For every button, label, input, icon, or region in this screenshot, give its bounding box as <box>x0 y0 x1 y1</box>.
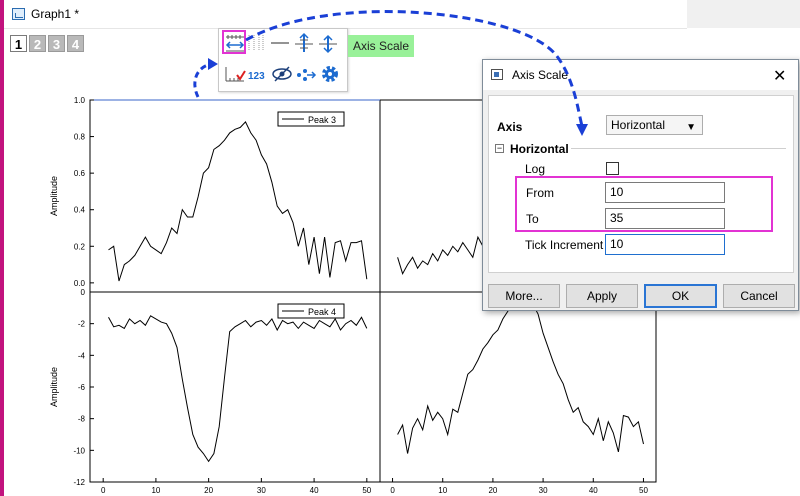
chevron-down-icon: ▼ <box>686 122 696 133</box>
legend-label: Peak 3 <box>308 115 336 125</box>
dialog-title: Axis Scale <box>512 68 569 82</box>
tick-check-icon[interactable] <box>224 63 246 85</box>
y-tick-label: 0 <box>81 288 86 297</box>
y-tick-label: -10 <box>73 446 85 455</box>
collapse-icon[interactable]: − <box>495 144 504 153</box>
axis-scale-dialog: Axis Scale ✕ Axis Horizontal ▼ − Horizon… <box>482 59 799 311</box>
series-line-bottom-right <box>397 291 644 454</box>
legend-label: Peak 4 <box>308 307 336 317</box>
x-tick-label: 0 <box>390 486 395 495</box>
axis-break-icon[interactable] <box>293 32 315 54</box>
tick-labels-icon[interactable] <box>245 32 267 54</box>
axis-mini-toolbar: 123 <box>218 28 348 92</box>
x-tick-label: 10 <box>151 486 160 495</box>
x-tick-label: 50 <box>639 486 648 495</box>
cancel-button[interactable]: Cancel <box>723 284 795 308</box>
y-tick-label: -4 <box>78 351 86 360</box>
gear-icon[interactable] <box>319 63 341 85</box>
section-divider <box>571 148 786 149</box>
x-tick-label: 0 <box>101 486 106 495</box>
dialog-titlebar[interactable]: Axis Scale ✕ <box>483 60 798 90</box>
x-tick-label: 50 <box>362 486 371 495</box>
y-tick-label: -2 <box>78 320 86 329</box>
y-tick-label: 0.8 <box>74 133 86 142</box>
series-line-top-left <box>108 121 368 282</box>
x-tick-label: 30 <box>539 486 548 495</box>
hide-icon[interactable] <box>271 63 293 85</box>
tick-increment-label: Tick Increment <box>525 238 604 252</box>
graph-window: Graph1 * 1 2 3 4 1.0 0.8 0.6 0.4 0.2 0.0 Ampli… <box>0 0 800 496</box>
x-tick-label: 40 <box>310 486 319 495</box>
y-axis-label: Amplitude <box>49 367 59 407</box>
log-label: Log <box>525 162 546 176</box>
y-tick-label: -12 <box>73 478 85 487</box>
section-label: Horizontal <box>510 142 569 156</box>
x-tick-label: 30 <box>257 486 266 495</box>
y-tick-label: 0.2 <box>74 242 86 251</box>
series-line-bottom-left <box>108 315 368 463</box>
line-icon[interactable] <box>269 32 291 54</box>
tooltip: Axis Scale <box>348 35 415 57</box>
from-label: From <box>526 186 554 200</box>
scatter-icon[interactable] <box>295 63 317 85</box>
y-tick-label: 0.4 <box>74 206 86 215</box>
y-tick-label: 0.6 <box>74 169 86 178</box>
x-tick-label: 10 <box>438 486 447 495</box>
y-axis-label: Amplitude <box>49 176 59 216</box>
to-label: To <box>526 212 539 226</box>
tick-increment-field[interactable]: 10 <box>605 234 725 255</box>
to-field[interactable]: 35 <box>605 208 725 229</box>
dialog-icon <box>491 69 503 80</box>
axis-label: Axis <box>497 120 523 134</box>
apply-button[interactable]: Apply <box>566 284 638 308</box>
y-tick-label: 0.0 <box>74 279 86 288</box>
log-checkbox[interactable] <box>606 162 619 175</box>
dialog-body: Axis Horizontal ▼ − Horizontal Log From … <box>488 95 794 273</box>
x-tick-label: 20 <box>488 486 497 495</box>
axis-select[interactable]: Horizontal ▼ <box>606 115 703 135</box>
x-tick-label: 20 <box>204 486 213 495</box>
y-tick-label: -6 <box>78 383 86 392</box>
x-tick-label: 40 <box>589 486 598 495</box>
svg-text:123: 123 <box>248 71 265 82</box>
y-tick-label: -8 <box>78 415 86 424</box>
axis-select-value: Horizontal <box>611 118 666 132</box>
more-button[interactable]: More... <box>488 284 560 308</box>
selected-button-highlight <box>222 30 246 54</box>
close-icon[interactable]: ✕ <box>773 66 786 86</box>
from-field[interactable]: 10 <box>605 182 725 203</box>
axis-offset-icon[interactable] <box>317 32 339 54</box>
numbering-icon[interactable]: 123 <box>247 63 269 85</box>
ok-button[interactable]: OK <box>644 284 717 308</box>
y-tick-label: 1.0 <box>74 96 86 105</box>
